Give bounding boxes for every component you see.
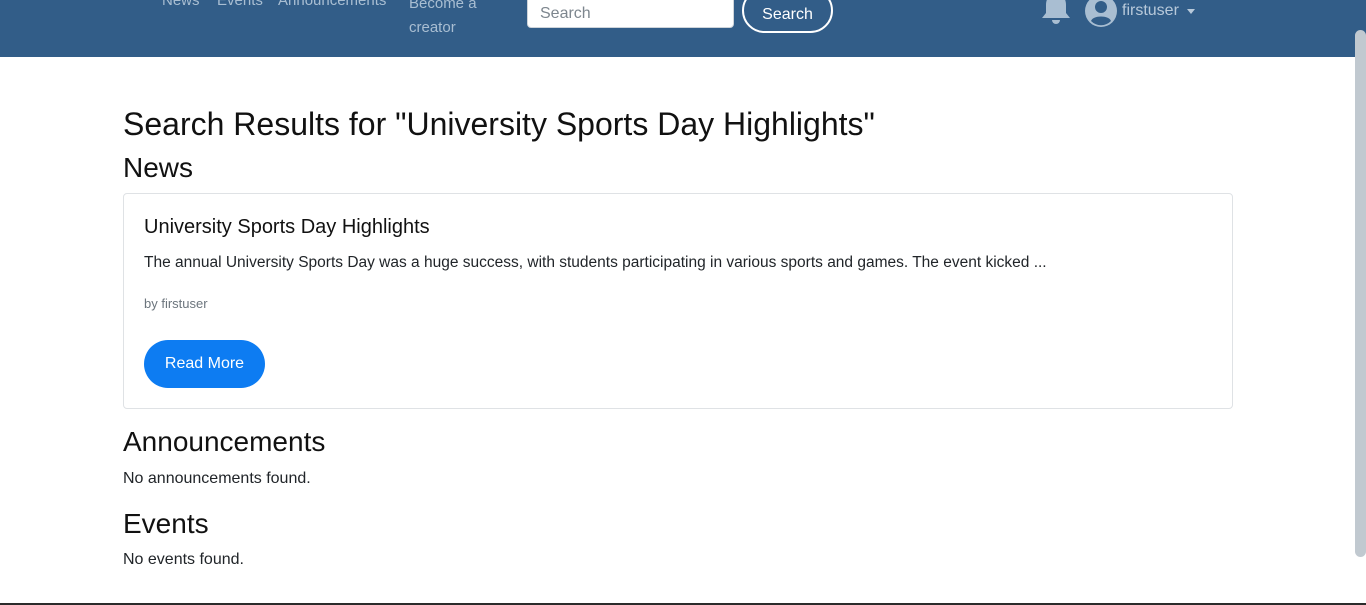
nav-link-become-creator[interactable]: Become a creator bbox=[409, 0, 499, 40]
news-card-title: University Sports Day Highlights bbox=[144, 216, 430, 238]
top-navbar: News Events Announcements Become a creat… bbox=[0, 0, 1366, 57]
user-circle-icon bbox=[1085, 0, 1117, 27]
page-title: Search Results for "University Sports Da… bbox=[123, 106, 875, 142]
search-button[interactable]: Search bbox=[742, 0, 833, 33]
nav-link-news[interactable]: News bbox=[162, 0, 200, 9]
events-heading: Events bbox=[123, 508, 209, 539]
nav-link-announcements[interactable]: Announcements bbox=[278, 0, 386, 9]
username-label: firstuser bbox=[1122, 2, 1179, 19]
news-card-excerpt: The annual University Sports Day was a h… bbox=[144, 254, 1047, 271]
caret-down-icon bbox=[1186, 8, 1195, 14]
bell-icon[interactable] bbox=[1040, 0, 1072, 24]
news-card: University Sports Day Highlights The ann… bbox=[123, 193, 1233, 409]
announcements-empty-text: No announcements found. bbox=[123, 470, 311, 487]
read-more-button[interactable]: Read More bbox=[144, 340, 265, 388]
news-heading: News bbox=[123, 152, 194, 183]
events-empty-text: No events found. bbox=[123, 551, 244, 568]
news-card-author: by firstuser bbox=[144, 296, 208, 311]
user-menu[interactable]: firstuser bbox=[1085, 0, 1195, 28]
nav-link-events[interactable]: Events bbox=[217, 0, 263, 9]
search-input[interactable] bbox=[527, 0, 734, 28]
announcements-heading: Announcements bbox=[123, 426, 326, 457]
page-scrollbar[interactable] bbox=[1355, 30, 1366, 557]
